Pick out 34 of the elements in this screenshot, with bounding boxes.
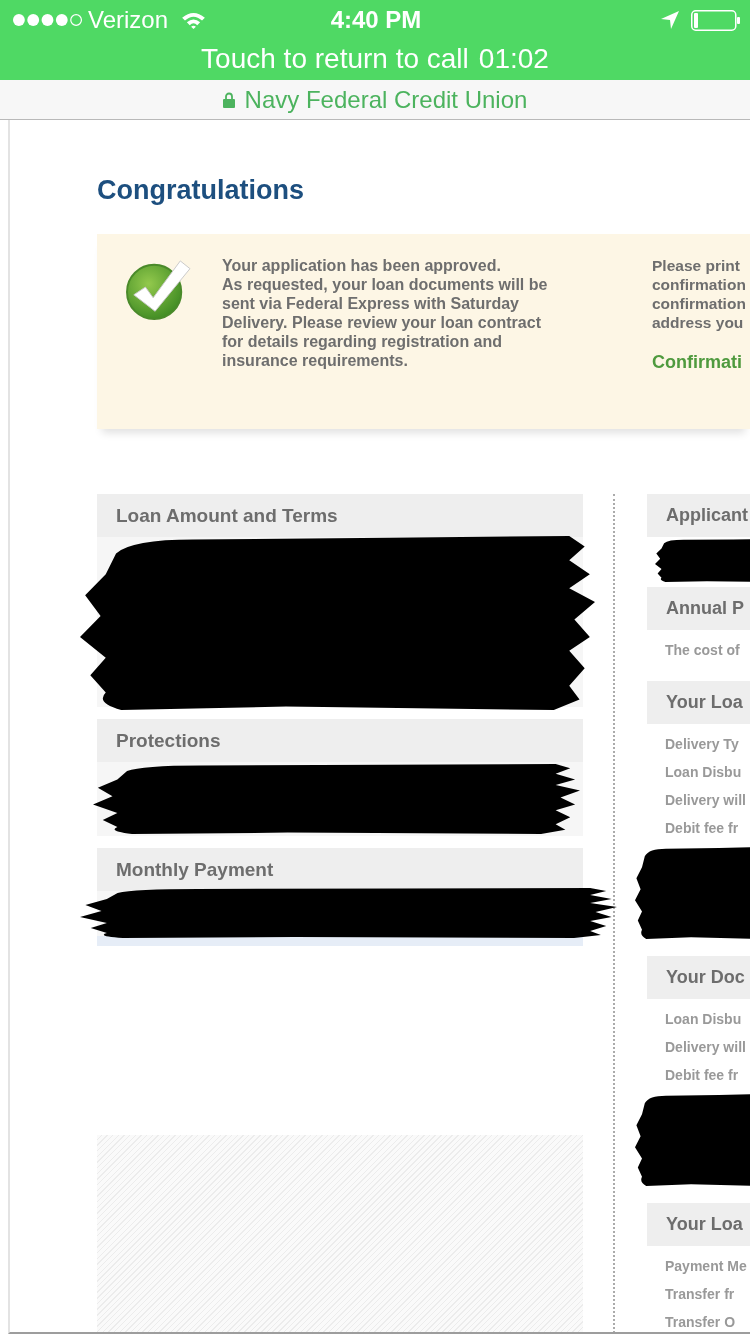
wifi-icon bbox=[181, 11, 207, 29]
section-title: Annual P bbox=[666, 598, 744, 619]
section-title: Your Doc bbox=[666, 967, 745, 988]
checkmark-icon bbox=[125, 258, 191, 320]
address-bar[interactable]: Navy Federal Credit Union bbox=[0, 80, 750, 120]
location-arrow-icon bbox=[661, 11, 679, 29]
section-title: Loan Amount and Terms bbox=[116, 504, 338, 527]
site-title: Navy Federal Credit Union bbox=[244, 85, 528, 114]
detail-label: Delivery Ty bbox=[664, 735, 740, 754]
section-title: Your Loa bbox=[666, 1214, 743, 1235]
return-to-call-button[interactable]: Touch to return to call 01:02 bbox=[0, 40, 750, 80]
section-title: Protections bbox=[116, 729, 221, 752]
detail-label: Delivery will bbox=[664, 791, 747, 810]
detail-label: Debit fee fr bbox=[664, 819, 740, 838]
section-title: Applicant bbox=[666, 505, 748, 526]
notice-text: As requested, your loan documents will be sent via Federal Express with Saturday Delivery. Please review your loan contract for details regarding registration and insurance requirements. bbox=[222, 275, 549, 370]
notice-text: Your application has been approved. bbox=[222, 256, 502, 275]
section-title: Monthly Payment bbox=[116, 858, 274, 881]
section-title: Your Loa bbox=[666, 692, 743, 713]
carrier-name: Verizon bbox=[88, 6, 169, 34]
status-time: 4:40 PM bbox=[330, 6, 422, 34]
detail-label: The cost of bbox=[664, 641, 741, 660]
detail-label: Loan Disbu bbox=[664, 763, 743, 782]
detail-label: Payment Me bbox=[664, 1257, 748, 1276]
detail-label: Transfer O bbox=[664, 1313, 737, 1332]
battery-icon bbox=[691, 9, 740, 31]
confirmation-label: Confirmati bbox=[652, 352, 742, 373]
detail-label: Delivery will bbox=[664, 1038, 747, 1057]
print-instructions-text: Please print confirmation confirmation address you bbox=[652, 256, 746, 332]
signal-strength-icon bbox=[12, 13, 83, 27]
detail-label: Debit fee fr bbox=[664, 1066, 740, 1085]
page-heading: Congratulations bbox=[97, 175, 304, 205]
detail-label: Transfer fr bbox=[664, 1285, 736, 1304]
detail-label: Loan Disbu bbox=[664, 1010, 743, 1029]
